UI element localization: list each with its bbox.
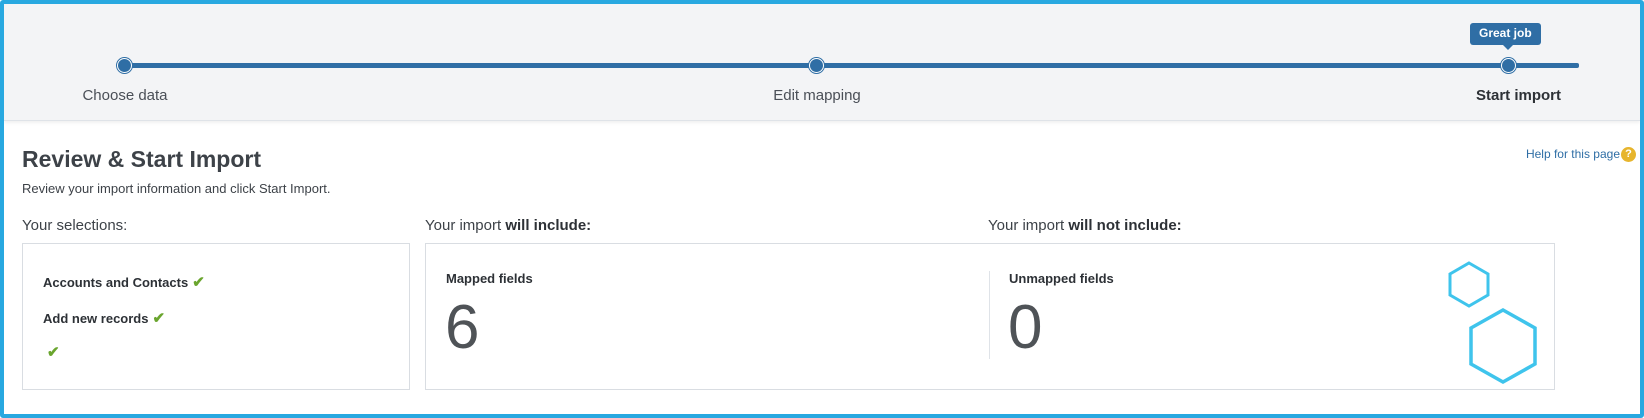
- unmapped-fields-count: 0: [1008, 293, 1043, 362]
- summary-divider: [989, 271, 990, 359]
- mapped-fields-count: 6: [445, 293, 480, 362]
- small-hexagon-icon: [1448, 261, 1490, 308]
- heading-emphasis: will include:: [505, 217, 592, 234]
- mapped-fields-label: Mapped fields: [446, 271, 533, 286]
- step-dot: [1501, 58, 1516, 73]
- unmapped-fields-label: Unmapped fields: [1009, 271, 1114, 286]
- step-label-current: Start import: [1475, 87, 1561, 104]
- checkmark-icon: ✔: [47, 344, 60, 361]
- large-hexagon-icon: [1469, 307, 1537, 385]
- step-label: Choose data: [82, 87, 168, 104]
- progress-stepper: Choose data Edit mapping Great job Start…: [4, 4, 1640, 121]
- great-job-badge: Great job: [1470, 23, 1541, 50]
- heading-prefix: Your import: [988, 217, 1065, 234]
- help-link[interactable]: Help for this page: [1526, 147, 1620, 161]
- hexagon-decoration-icon: [1448, 261, 1537, 385]
- selection-item: Add new records ✔: [43, 309, 165, 327]
- will-not-include-heading: Your import will not include:: [988, 217, 1182, 234]
- page-title: Review & Start Import: [22, 146, 261, 172]
- import-wizard-window: Choose data Edit mapping Great job Start…: [0, 0, 1644, 418]
- page-subtitle: Review your import information and click…: [22, 181, 331, 196]
- heading-prefix: Your import: [425, 217, 502, 234]
- selection-label: Add new records: [43, 311, 149, 326]
- step-dot: [809, 58, 824, 73]
- selections-heading: Your selections:: [22, 217, 128, 234]
- progress-track: [127, 63, 1579, 68]
- heading-emphasis: will not include:: [1068, 217, 1182, 234]
- import-summary-panel: Mapped fields 6 Unmapped fields 0: [425, 243, 1555, 390]
- checkmark-icon: ✔: [152, 310, 166, 327]
- step-dot: [117, 58, 132, 73]
- selection-item: Accounts and Contacts ✔: [43, 273, 205, 291]
- help-question-icon[interactable]: ?: [1621, 147, 1636, 162]
- checkmark-icon: ✔: [192, 274, 205, 291]
- selection-label: Accounts and Contacts: [43, 275, 189, 290]
- step-label: Edit mapping: [773, 87, 861, 104]
- will-include-heading: Your import will include:: [425, 217, 591, 234]
- selections-panel: Accounts and Contacts ✔ Add new records ✔ …: [22, 243, 410, 390]
